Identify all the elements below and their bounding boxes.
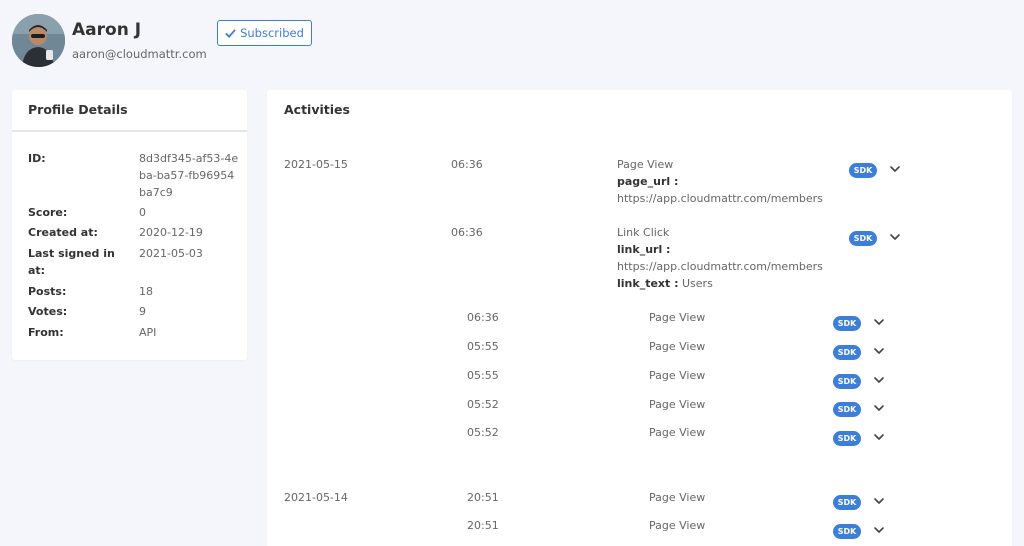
activity-prop-key: link_text : (617, 277, 679, 290)
subscribed-label: Subscribed (240, 26, 304, 40)
profile-details-title: Profile Details (12, 90, 247, 132)
activity-event: Page View (649, 426, 706, 439)
chevron-down-icon[interactable] (873, 375, 885, 385)
sdk-badge: SDK (833, 316, 861, 331)
field-value-posts: 18 (139, 285, 153, 298)
activity-event: Page View (649, 311, 706, 324)
chevron-down-icon[interactable] (873, 525, 885, 535)
field-key-id: ID: (28, 152, 46, 165)
sdk-badge: SDK (833, 495, 861, 510)
activity-time: 06:36 (451, 226, 483, 239)
activity-event: Page View (617, 158, 674, 171)
activity-event: Page View (649, 369, 706, 382)
sdk-badge: SDK (849, 231, 877, 246)
activity-event: Page View (649, 491, 706, 504)
sdk-badge: SDK (833, 345, 861, 360)
field-value-created: 2020-12-19 (139, 226, 203, 239)
sdk-badge: SDK (833, 402, 861, 417)
activity-event: Link Click (617, 226, 670, 239)
field-key-from: From: (28, 326, 64, 339)
user-name: Aaron J (72, 20, 142, 40)
activity-event: Page View (649, 398, 706, 411)
field-key-votes: Votes: (28, 305, 68, 318)
check-icon (225, 28, 236, 38)
field-key-last-signed: Last signed in at: (28, 247, 115, 277)
field-value-score: 0 (139, 206, 146, 219)
field-key-posts: Posts: (28, 285, 67, 298)
sdk-badge: SDK (833, 374, 861, 389)
field-key-score: Score: (28, 206, 68, 219)
activity-event: Page View (649, 519, 706, 532)
activity-event: Page View (649, 340, 706, 353)
user-email: aaron@cloudmattr.com (72, 47, 207, 61)
sdk-badge: SDK (833, 431, 861, 446)
field-value-from: API (139, 326, 157, 339)
field-value-votes: 9 (139, 305, 146, 318)
sdk-badge: SDK (849, 163, 877, 178)
sdk-badge: SDK (833, 524, 861, 539)
activities-card: Activities 2021-05-15 06:36 Page View pa… (267, 90, 1012, 546)
activity-time: 05:55 (467, 340, 499, 353)
chevron-down-icon[interactable] (889, 164, 901, 174)
activity-prop-value: Users (682, 277, 713, 290)
activity-prop-value: https://app.cloudmattr.com/members (617, 260, 823, 273)
profile-details-card: Profile Details ID: 8d3df345-af53-4eba-b… (12, 90, 247, 360)
activity-time: 06:36 (451, 158, 483, 171)
activity-time: 05:52 (467, 426, 499, 439)
activity-time: 05:52 (467, 398, 499, 411)
activity-date: 2021-05-14 (284, 491, 348, 504)
chevron-down-icon[interactable] (889, 232, 901, 242)
chevron-down-icon[interactable] (873, 346, 885, 356)
activity-date: 2021-05-15 (284, 158, 348, 171)
chevron-down-icon[interactable] (873, 403, 885, 413)
field-value-last-signed: 2021-05-03 (139, 247, 203, 260)
chevron-down-icon[interactable] (873, 496, 885, 506)
avatar (12, 14, 65, 67)
activity-time: 06:36 (467, 311, 499, 324)
chevron-down-icon[interactable] (873, 432, 885, 442)
activity-prop-key: link_url : (617, 243, 671, 256)
activity-prop-value: https://app.cloudmattr.com/members (617, 192, 823, 205)
activity-prop-link-text: link_text : Users (617, 277, 713, 290)
subscribed-button[interactable]: Subscribed (217, 20, 312, 46)
activities-title: Activities (284, 102, 350, 117)
chevron-down-icon[interactable] (873, 317, 885, 327)
activity-prop-key: page_url : (617, 175, 679, 188)
activity-time: 20:51 (467, 519, 499, 532)
field-key-created: Created at: (28, 226, 98, 239)
activity-time: 20:51 (467, 491, 499, 504)
field-value-id: 8d3df345-af53-4eba-ba57-fb96954ba7c9 (139, 152, 239, 199)
activity-time: 05:55 (467, 369, 499, 382)
